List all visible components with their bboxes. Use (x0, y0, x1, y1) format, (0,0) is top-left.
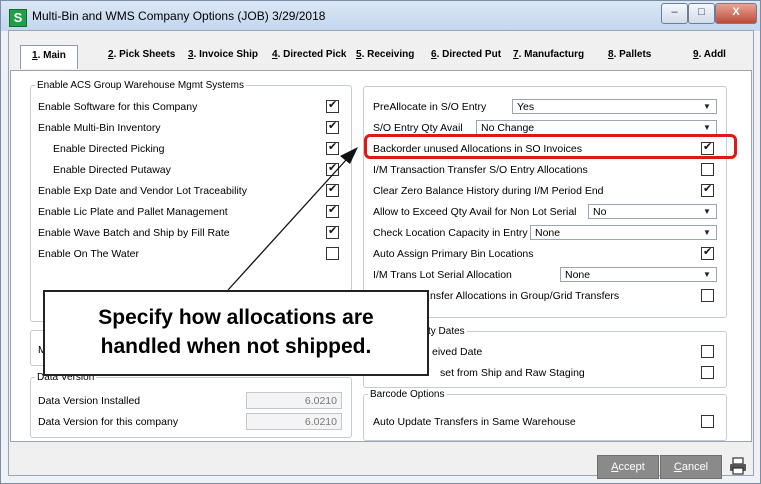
accept-key: A (611, 461, 619, 473)
callout-arrow (227, 147, 358, 291)
callout-line: Specify how allocations are (98, 306, 374, 329)
callout-line: handled when not shipped. (100, 335, 372, 358)
cancel-key: C (673, 461, 682, 473)
accept-label: ccept (618, 461, 645, 473)
callout-box: Specify how allocations are handled when… (43, 290, 429, 376)
cancel-button[interactable]: Cancel (660, 455, 722, 479)
cancel-label: ancel (681, 461, 709, 473)
accept-button[interactable]: Accept (597, 455, 659, 479)
printer-icon[interactable] (728, 456, 748, 476)
